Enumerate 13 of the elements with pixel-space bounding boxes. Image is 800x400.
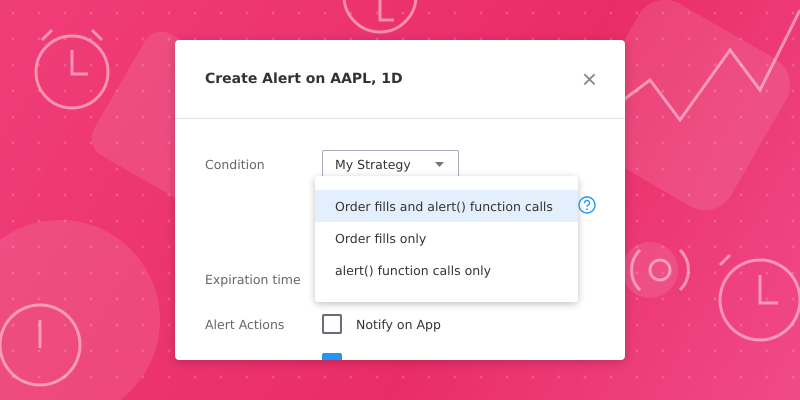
- condition-select[interactable]: My Strategy: [322, 150, 459, 178]
- dropdown-option[interactable]: Order fills and alert() function calls: [315, 190, 578, 222]
- checkbox-label: Notify on App: [356, 316, 441, 332]
- field-label: Condition: [205, 156, 266, 172]
- help-icon[interactable]: [578, 196, 596, 214]
- dropdown-option[interactable]: Order fills only: [315, 222, 578, 254]
- field-label: Alert Actions: [205, 316, 286, 332]
- caret-icon: [435, 162, 444, 166]
- field-label: Expiration time: [205, 272, 302, 287]
- dropdown-option[interactable]: alert() function calls only: [315, 254, 578, 286]
- dialog-title: Create Alert on AAPL, 1D: [205, 71, 403, 87]
- close-button[interactable]: ×: [582, 66, 597, 92]
- checkbox[interactable]: [322, 314, 342, 334]
